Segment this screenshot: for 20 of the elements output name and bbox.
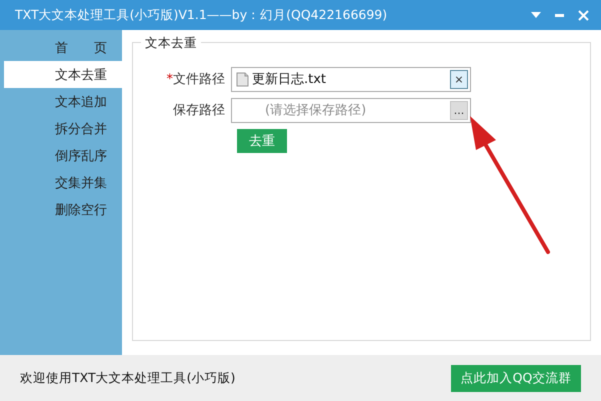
dropdown-icon[interactable] [531,12,541,18]
file-icon [235,71,250,87]
sidebar-item[interactable]: 倒序乱序 [4,142,122,169]
field-label: *文件路径 [166,71,226,88]
path-field[interactable]: 更新日志.txt × [231,66,471,92]
group-title: 文本去重 [141,35,201,52]
sidebar-item[interactable]: 删除空行 [4,196,122,223]
sidebar-item[interactable]: 文本去重 [4,61,122,88]
path-field[interactable]: (请选择保存路径) ... [231,98,471,122]
minimize-icon[interactable] [555,14,564,16]
browse-button[interactable]: ... [450,100,468,120]
sidebar-item[interactable]: 拆分合并 [4,115,122,142]
sidebar-item[interactable]: 文本追加 [4,88,122,115]
clear-button[interactable]: × [450,70,468,88]
status-text: 欢迎使用TXT大文本处理工具(小巧版) [20,370,236,386]
close-icon[interactable] [578,10,589,20]
sidebar-item[interactable]: 首 页 [4,34,122,61]
sidebar-item[interactable]: 交集并集 [4,169,122,196]
window-title: TXT大文本处理工具(小巧版)V1.1——by：幻月(QQ422166699) [15,6,388,24]
field-label: 保存路径 [172,102,226,119]
